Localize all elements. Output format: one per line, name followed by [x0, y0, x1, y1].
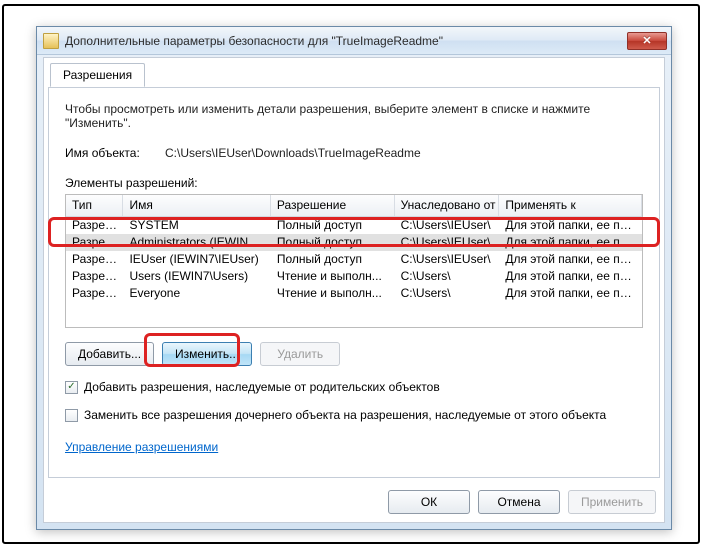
object-row: Имя объекта: C:\Users\IEUser\Downloads\T… — [65, 146, 643, 160]
object-value: C:\Users\IEUser\Downloads\TrueImageReadm… — [165, 146, 421, 160]
replace-checkbox-label: Заменить все разрешения дочернего объект… — [84, 408, 606, 422]
col-type[interactable]: Тип — [66, 195, 123, 216]
folder-icon — [43, 33, 59, 49]
add-button[interactable]: Добавить... — [65, 342, 154, 366]
table-row[interactable]: Разреш... IEUser (IEWIN7\IEUser) Полный … — [66, 251, 642, 268]
delete-button: Удалить — [260, 342, 340, 366]
table-row[interactable]: Разреш... Users (IEWIN7\Users) Чтение и … — [66, 268, 642, 285]
table-row[interactable]: Разреш... SYSTEM Полный доступ C:\Users\… — [66, 217, 642, 234]
table-row[interactable]: Разреш... Everyone Чтение и выполн... C:… — [66, 285, 642, 302]
tab-strip: Разрешения — [44, 62, 664, 88]
button-row: Добавить... Изменить... Удалить — [65, 342, 643, 366]
col-perm[interactable]: Разрешение — [271, 195, 395, 216]
tab-panel: Чтобы просмотреть или изменить детали ра… — [48, 87, 660, 478]
col-apply[interactable]: Применять к — [499, 195, 642, 216]
tab-permissions[interactable]: Разрешения — [50, 63, 145, 87]
window-title: Дополнительные параметры безопасности дл… — [65, 34, 627, 48]
manage-permissions-link[interactable]: Управление разрешениями — [65, 440, 218, 454]
replace-checkbox-row: Заменить все разрешения дочернего объект… — [65, 408, 643, 422]
inherit-checkbox-row: ✓ Добавить разрешения, наследуемые от ро… — [65, 380, 643, 394]
list-rows: Разреш... SYSTEM Полный доступ C:\Users\… — [66, 217, 642, 302]
client-area: Разрешения Чтобы просмотреть или изменит… — [43, 57, 665, 523]
dialog-window: Дополнительные параметры безопасности дл… — [36, 26, 672, 530]
col-name[interactable]: Имя — [123, 195, 270, 216]
col-inherited[interactable]: Унаследовано от — [395, 195, 500, 216]
table-row-selected[interactable]: Разреш... Administrators (IEWIN7\... Пол… — [66, 234, 642, 251]
cancel-button[interactable]: Отмена — [478, 490, 560, 514]
apply-button: Применить — [568, 490, 656, 514]
object-label: Имя объекта: — [65, 146, 165, 160]
ok-button[interactable]: ОК — [388, 490, 470, 514]
bottom-buttons: ОК Отмена Применить — [388, 490, 656, 514]
titlebar: Дополнительные параметры безопасности дл… — [37, 27, 671, 55]
intro-text: Чтобы просмотреть или изменить детали ра… — [65, 102, 643, 130]
inherit-checkbox[interactable]: ✓ — [65, 381, 78, 394]
close-button[interactable]: ✕ — [627, 32, 667, 50]
edit-button[interactable]: Изменить... — [162, 342, 252, 366]
elements-label: Элементы разрешений: — [65, 176, 643, 190]
permissions-listview[interactable]: Тип Имя Разрешение Унаследовано от Приме… — [65, 194, 643, 328]
inherit-checkbox-label: Добавить разрешения, наследуемые от роди… — [84, 380, 440, 394]
replace-checkbox[interactable] — [65, 409, 78, 422]
list-header: Тип Имя Разрешение Унаследовано от Приме… — [66, 195, 642, 217]
outer-frame: Дополнительные параметры безопасности дл… — [2, 4, 700, 544]
